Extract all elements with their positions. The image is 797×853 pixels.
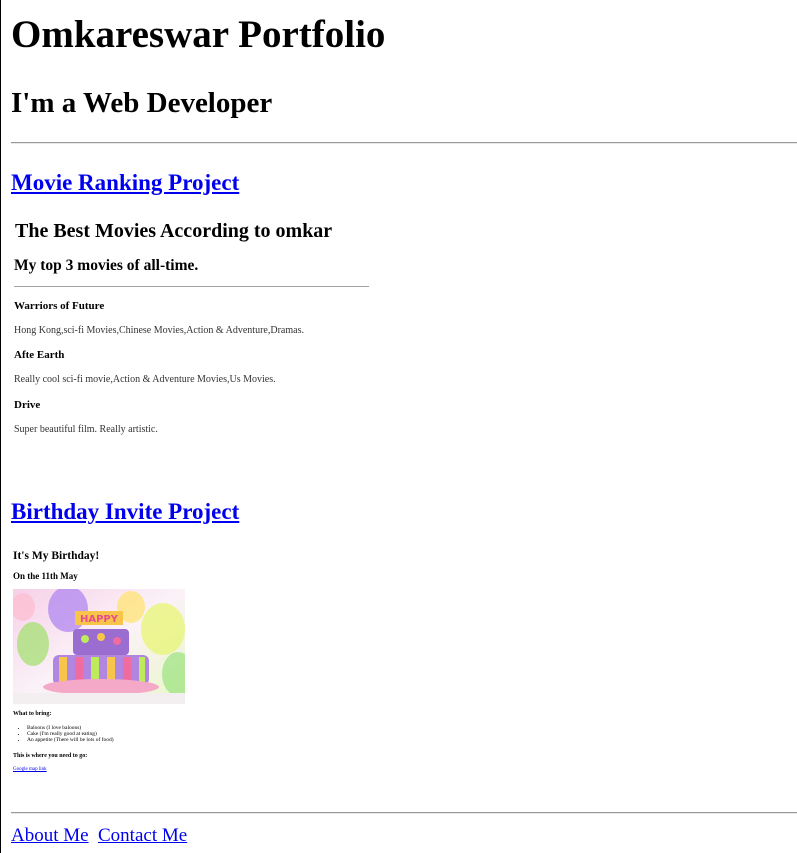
- birthday-heading: It's My Birthday!: [13, 550, 100, 562]
- about-me-link[interactable]: About Me: [11, 825, 89, 847]
- birthday-invite-iframe[interactable]: It's My Birthday! On the 11th May HAPPY: [9, 545, 209, 785]
- movie-description: Really cool sci-fi movie,Action & Advent…: [14, 374, 276, 385]
- top-divider: [11, 142, 797, 144]
- bring-list: Baloons (I love baloons) Cake (I'm reall…: [19, 725, 114, 743]
- movie-page-subheading: My top 3 movies of all-time.: [14, 257, 199, 274]
- birthday-date: On the 11th May: [13, 571, 78, 581]
- where-label: This is where you need to go:: [13, 753, 88, 759]
- movie-description: Hong Kong,sci-fi Movies,Chinese Movies,A…: [14, 325, 304, 336]
- movie-title: Afte Earth: [14, 349, 65, 361]
- google-map-link[interactable]: Google map link: [13, 767, 47, 772]
- page-title: Omkareswar Portfolio: [11, 13, 386, 56]
- movie-title: Warriors of Future: [14, 300, 105, 312]
- movie-ranking-iframe[interactable]: The Best Movies According to omkar My to…: [9, 212, 384, 467]
- page-subtitle: I'm a Web Developer: [11, 87, 273, 119]
- movie-page-heading: The Best Movies According to omkar: [15, 220, 333, 242]
- movie-project-link[interactable]: Movie Ranking Project: [11, 169, 239, 197]
- contact-me-link[interactable]: Contact Me: [98, 825, 187, 847]
- list-item: An appetite (There will be lots of food): [27, 737, 114, 743]
- movie-divider: [14, 286, 369, 287]
- movie-title: Drive: [14, 399, 41, 411]
- movie-description: Super beautiful film. Really artistic.: [14, 424, 158, 435]
- birthday-project-link[interactable]: Birthday Invite Project: [11, 498, 239, 526]
- window-left-border: [0, 0, 1, 853]
- birthday-cake-image: HAPPY: [13, 589, 185, 704]
- svg-text:HAPPY: HAPPY: [80, 614, 119, 625]
- bring-label: What to bring:: [13, 711, 52, 717]
- bottom-divider: [11, 812, 797, 814]
